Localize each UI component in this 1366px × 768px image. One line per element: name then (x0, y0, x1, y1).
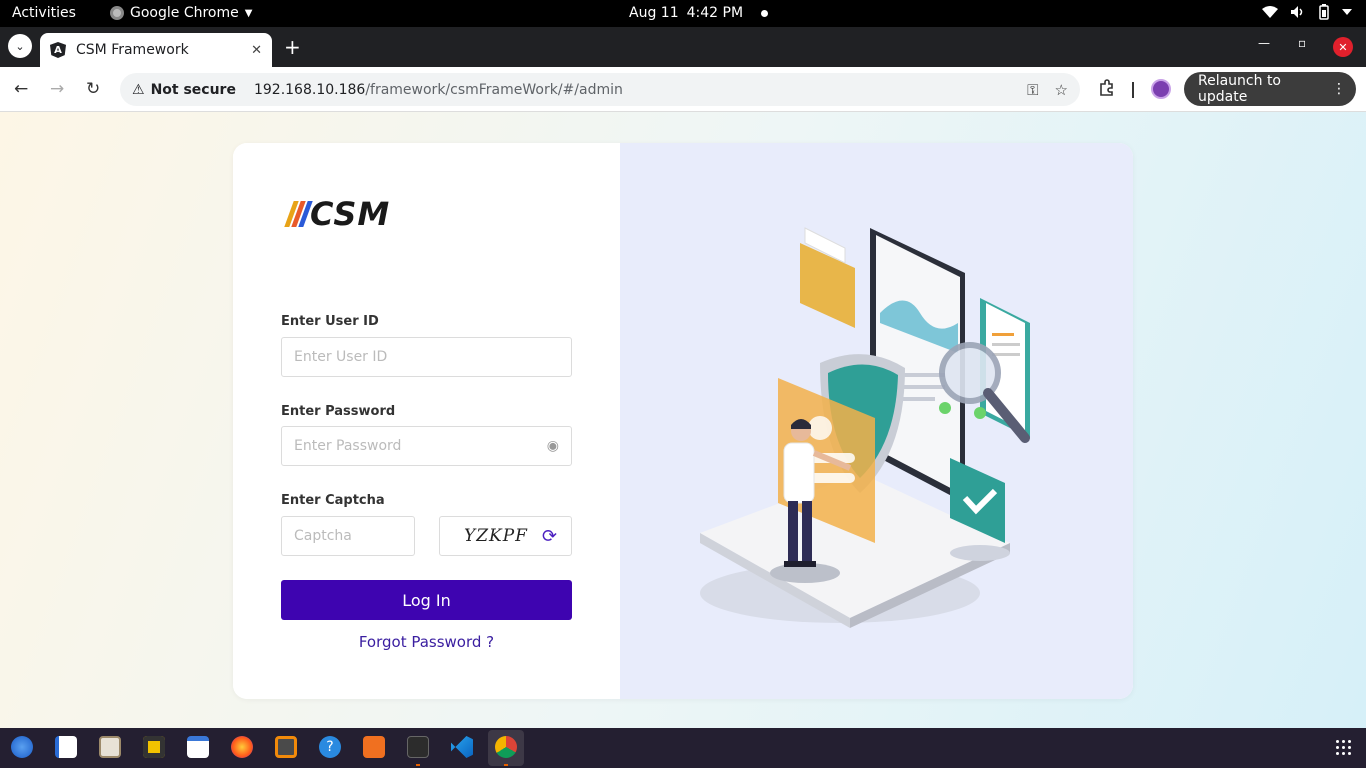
tab-title: CSM Framework (76, 42, 189, 58)
userid-label: Enter User ID (281, 314, 379, 329)
login-card: CSM Enter User ID Enter User ID Enter Pa… (233, 143, 1133, 699)
captcha-code: YZKPF (464, 526, 528, 546)
activities-button[interactable]: Activities (12, 5, 76, 21)
logo-text: CSM (310, 195, 391, 233)
password-placeholder: Enter Password (294, 438, 402, 454)
tab-csm-framework[interactable]: A CSM Framework ✕ (40, 33, 272, 67)
rhythmbox-icon[interactable] (143, 736, 165, 758)
chrome-dock-icon[interactable] (495, 736, 517, 758)
sublime-text-icon[interactable] (275, 736, 297, 758)
toolbar-separator (1132, 82, 1134, 98)
clock[interactable]: Aug 11 4:42 PM (629, 5, 769, 21)
tab-search-button[interactable]: ⌄ (8, 34, 32, 58)
chevron-down-icon: ⌄ (15, 39, 25, 53)
captcha-image: YZKPF ⟳ (439, 516, 572, 556)
power-menu-caret-icon (1342, 9, 1352, 15)
text-editor-icon[interactable] (187, 736, 209, 758)
url-host: 192.168.10.186 (253, 81, 366, 98)
relaunch-to-update-button[interactable]: Relaunch to update ⋮ (1184, 72, 1356, 106)
csm-logo: CSM (284, 195, 391, 233)
clock-date: Aug 11 (629, 5, 679, 21)
system-tray[interactable] (1262, 4, 1352, 20)
chrome-icon (110, 6, 124, 20)
thunderbird-icon[interactable] (11, 736, 33, 758)
close-icon: ✕ (1338, 40, 1348, 54)
illustration-panel (620, 143, 1133, 699)
show-password-eye-icon[interactable]: ◉ (547, 438, 559, 454)
captcha-input[interactable]: Captcha (281, 516, 415, 556)
password-input[interactable]: Enter Password ◉ (281, 426, 572, 466)
key-icon[interactable]: ⚿ (1027, 81, 1038, 99)
password-label: Enter Password (281, 404, 396, 419)
vscode-icon[interactable] (451, 736, 473, 758)
captcha-label: Enter Captcha (281, 493, 385, 508)
minimize-window-icon[interactable]: — (1258, 36, 1270, 50)
url-path: /framework/csmFrameWork/#/admin (365, 81, 623, 98)
reload-button[interactable]: ↻ (86, 79, 100, 99)
login-form-panel: CSM Enter User ID Enter User ID Enter Pa… (233, 143, 620, 699)
new-tab-button[interactable]: + (284, 37, 301, 57)
security-chip[interactable]: Not secure (151, 82, 236, 98)
profile-avatar[interactable] (1151, 79, 1171, 99)
maximize-window-icon[interactable]: ▫ (1298, 36, 1306, 50)
login-button-label: Log In (402, 590, 451, 610)
software-center-icon[interactable] (363, 736, 385, 758)
files-icon[interactable] (99, 736, 121, 758)
forgot-password-link[interactable]: Forgot Password ? (233, 633, 620, 651)
terminal-icon[interactable] (407, 736, 429, 758)
login-button[interactable]: Log In (281, 580, 572, 620)
page-viewport: CSM Enter User ID Enter User ID Enter Pa… (0, 112, 1366, 728)
chrome-running-indicator (504, 764, 508, 766)
help-icon[interactable]: ? (319, 736, 341, 758)
refresh-captcha-icon[interactable]: ⟳ (542, 526, 557, 547)
close-window-button[interactable]: ✕ (1333, 37, 1353, 57)
taskbar: ? (0, 728, 1366, 768)
userid-placeholder: Enter User ID (294, 349, 388, 365)
logo-stripes (284, 201, 313, 227)
show-apps-grid-icon[interactable] (1336, 740, 1352, 756)
angular-favicon-icon: A (50, 42, 66, 58)
app-menu-label: Google Chrome (130, 5, 239, 21)
app-menu[interactable]: Google Chrome ▼ (110, 5, 252, 21)
libreoffice-writer-icon[interactable] (55, 736, 77, 758)
forward-button[interactable]: → (50, 79, 64, 99)
tab-strip: ⌄ A CSM Framework ✕ + — ▫ (0, 27, 1366, 67)
volume-icon (1291, 6, 1303, 18)
back-button[interactable]: ← (14, 79, 28, 99)
captcha-placeholder: Captcha (294, 528, 352, 544)
extensions-icon[interactable] (1098, 79, 1116, 97)
clock-time: 4:42 PM (686, 5, 744, 21)
notification-dot-icon (761, 9, 769, 17)
browser-toolbar: ← → ↻ ⚠ Not secure 192.168.10.186/framew… (0, 67, 1366, 112)
security-illustration (700, 227, 1030, 628)
wifi-icon (1262, 6, 1278, 18)
firefox-icon[interactable] (231, 736, 253, 758)
system-top-bar: Activities Google Chrome ▼ Aug 11 4:42 P… (0, 0, 1366, 27)
terminal-running-indicator (416, 764, 420, 766)
relaunch-label: Relaunch to update (1198, 73, 1282, 105)
address-bar[interactable]: ⚠ Not secure 192.168.10.186/framework/cs… (120, 73, 1080, 106)
close-tab-icon[interactable]: ✕ (251, 43, 262, 58)
battery-icon (1319, 4, 1329, 20)
userid-input[interactable]: Enter User ID (281, 337, 572, 377)
bookmark-star-icon[interactable]: ☆ (1055, 81, 1068, 99)
warning-icon: ⚠ (132, 81, 145, 98)
caret-down-icon: ▼ (244, 7, 253, 19)
more-vert-icon: ⋮ (1332, 81, 1346, 97)
